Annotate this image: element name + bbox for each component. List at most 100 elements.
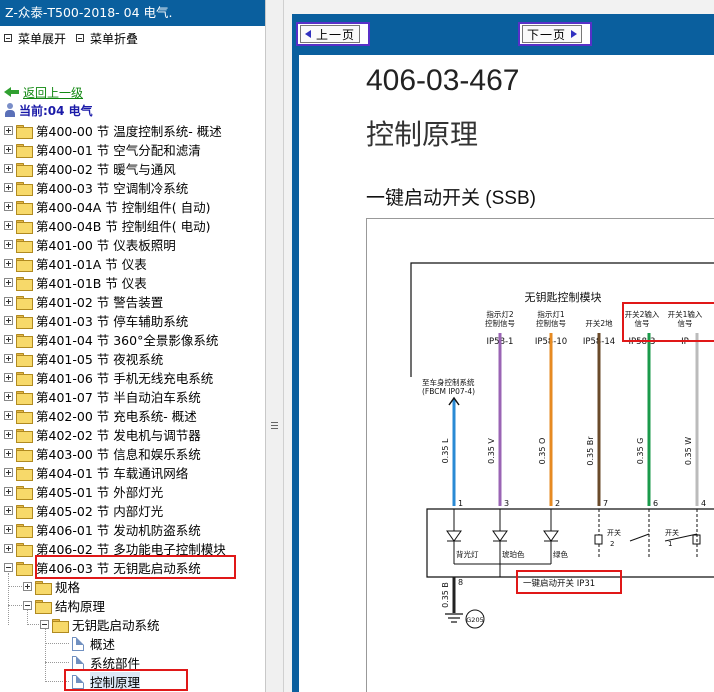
wiring-diagram: 无钥匙控制模块 指示灯2 控制信号 指示灯1 控制信号 开关2地 开关2输入 信号 开关1输入信… bbox=[366, 218, 714, 692]
tree-section-item[interactable]: 第405-01 节 外部灯光 bbox=[0, 482, 265, 501]
tree-item-label: 第401-01A 节 仪表 bbox=[36, 257, 147, 272]
folder-icon bbox=[16, 162, 33, 177]
wiring-diagram-svg: 无钥匙控制模块指示灯2控制信号指示灯1控制信号 开关2地开关2输入信号开关1输入信… bbox=[410, 262, 714, 629]
tree-section-item[interactable]: 第402-02 节 发电机与调节器 bbox=[0, 425, 265, 444]
collapse-all-icon bbox=[76, 34, 85, 42]
tree-guide-line bbox=[45, 643, 69, 644]
expand-node-icon[interactable] bbox=[4, 259, 13, 268]
expand-node-icon[interactable] bbox=[4, 240, 13, 249]
ground-pin-label: 8 bbox=[458, 578, 463, 587]
tree-child-spec[interactable]: 规格 bbox=[0, 577, 265, 596]
switch-2-label: 开关 bbox=[607, 528, 621, 537]
signal-label: 开关2地 bbox=[585, 318, 613, 328]
tree-doc-item[interactable]: 系统部件 bbox=[0, 653, 265, 672]
tree-section-item[interactable]: 第401-03 节 停车辅助系统 bbox=[0, 311, 265, 330]
expand-node-icon[interactable] bbox=[4, 373, 13, 382]
expand-node-icon[interactable] bbox=[4, 145, 13, 154]
tree-section-item[interactable]: 第400-00 节 温度控制系统- 概述 bbox=[0, 121, 265, 140]
expand-node-icon[interactable] bbox=[4, 525, 13, 534]
folder-icon bbox=[52, 618, 69, 633]
tree-section-item[interactable]: 第402-00 节 充电系统- 概述 bbox=[0, 406, 265, 425]
tree-section-item[interactable]: 第401-02 节 警告装置 bbox=[0, 292, 265, 311]
tree-guide-line bbox=[45, 629, 46, 682]
expand-node-icon[interactable] bbox=[4, 202, 13, 211]
expand-node-icon[interactable] bbox=[4, 221, 13, 230]
tree-section-item-open[interactable]: 第406-03 节 无钥匙启动系统 bbox=[0, 558, 265, 577]
document-icon bbox=[72, 655, 84, 670]
folder-icon bbox=[16, 333, 33, 348]
expand-node-icon[interactable] bbox=[4, 430, 13, 439]
tree-section-item[interactable]: 第400-01 节 空气分配和滤清 bbox=[0, 140, 265, 159]
back-link[interactable]: 返回上一级 bbox=[23, 84, 83, 101]
tree-section-item[interactable]: 第400-04B 节 控制组件( 电动) bbox=[0, 216, 265, 235]
collapse-node-icon[interactable] bbox=[23, 601, 32, 610]
folder-icon bbox=[16, 390, 33, 405]
prev-page-button[interactable]: 上一页 bbox=[296, 22, 370, 46]
expand-node-icon[interactable] bbox=[4, 468, 13, 477]
folder-icon bbox=[16, 485, 33, 500]
signal-label: 控制信号 bbox=[485, 318, 515, 328]
tree-doc-item[interactable]: 概述 bbox=[0, 634, 265, 653]
signal-label: 指示灯2 bbox=[486, 309, 513, 319]
back-arrow-icon bbox=[4, 86, 20, 98]
tree-section-item[interactable]: 第401-07 节 半自动泊车系统 bbox=[0, 387, 265, 406]
folder-icon bbox=[16, 219, 33, 234]
expand-node-icon[interactable] bbox=[23, 582, 32, 591]
led-label: 背光灯 bbox=[456, 549, 479, 559]
tree-section-item[interactable]: 第400-03 节 空调制冷系统 bbox=[0, 178, 265, 197]
tree-item-label: 无钥匙启动系统 bbox=[72, 618, 160, 633]
expand-node-icon[interactable] bbox=[4, 449, 13, 458]
expand-node-icon[interactable] bbox=[4, 126, 13, 135]
tree-section-item[interactable]: 第401-04 节 360°全景影像系统 bbox=[0, 330, 265, 349]
expand-node-icon[interactable] bbox=[4, 411, 13, 420]
tree-section-item[interactable]: 第401-06 节 手机无线充电系统 bbox=[0, 368, 265, 387]
section-tree: 第400-00 节 温度控制系统- 概述 第400-01 节 空气分配和滤清 第40… bbox=[0, 121, 265, 691]
collapse-node-icon[interactable] bbox=[40, 620, 49, 629]
expand-node-icon[interactable] bbox=[4, 316, 13, 325]
signal-label: 控制信号 bbox=[536, 318, 566, 328]
current-location: 当前:04 电气 bbox=[4, 102, 93, 118]
switch-2-contact bbox=[594, 534, 603, 545]
expand-node-icon[interactable] bbox=[4, 487, 13, 496]
expand-node-icon[interactable] bbox=[4, 544, 13, 553]
tree-child-structure[interactable]: 结构原理 bbox=[0, 596, 265, 615]
tree-child-system[interactable]: 无钥匙启动系统 bbox=[0, 615, 265, 634]
tree-item-label: 第400-04B 节 控制组件( 电动) bbox=[36, 219, 211, 234]
expand-node-icon[interactable] bbox=[4, 506, 13, 515]
next-page-button[interactable]: 下一页 bbox=[518, 22, 592, 46]
app-title: Z-众泰-T500-2018- 04 电气. bbox=[5, 5, 173, 20]
tree-section-item[interactable]: 第401-00 节 仪表板照明 bbox=[0, 235, 265, 254]
tree-section-item[interactable]: 第400-04A 节 控制组件( 自动) bbox=[0, 197, 265, 216]
tree-section-item[interactable]: 第403-00 节 信息和娱乐系统 bbox=[0, 444, 265, 463]
tree-section-item[interactable]: 第400-02 节 暖气与通风 bbox=[0, 159, 265, 178]
tree-item-label: 第400-01 节 空气分配和滤清 bbox=[36, 143, 201, 158]
tree-section-item[interactable]: 第401-01B 节 仪表 bbox=[0, 273, 265, 292]
tree-section-item[interactable]: 第406-01 节 发动机防盗系统 bbox=[0, 520, 265, 539]
collapse-node-icon[interactable] bbox=[4, 563, 13, 572]
expand-node-icon[interactable] bbox=[4, 335, 13, 344]
pane-splitter[interactable] bbox=[266, 0, 284, 692]
menu-collapse-button[interactable]: 菜单折叠 bbox=[76, 30, 138, 47]
expand-node-icon[interactable] bbox=[4, 278, 13, 287]
tree-section-item[interactable]: 第405-02 节 内部灯光 bbox=[0, 501, 265, 520]
tree-section-item[interactable]: 第406-02 节 多功能电子控制模块 bbox=[0, 539, 265, 558]
expand-node-icon[interactable] bbox=[4, 392, 13, 401]
tree-section-item[interactable]: 第401-01A 节 仪表 bbox=[0, 254, 265, 273]
expand-node-icon[interactable] bbox=[4, 183, 13, 192]
expand-all-icon bbox=[4, 34, 12, 42]
expand-node-icon[interactable] bbox=[4, 354, 13, 363]
back-link-row[interactable]: 返回上一级 bbox=[4, 84, 83, 100]
expand-node-icon[interactable] bbox=[4, 297, 13, 306]
tree-item-label: 第400-04A 节 控制组件( 自动) bbox=[36, 200, 211, 215]
current-location-label: 当前:04 电气 bbox=[19, 103, 93, 118]
doc-subheading: 一键启动开关 (SSB) bbox=[366, 188, 536, 209]
folder-icon bbox=[16, 542, 33, 557]
navigation-tree-pane: Z-众泰-T500-2018- 04 电气. 菜单展开 菜单折叠 返回上一级 当… bbox=[0, 0, 266, 692]
expand-node-icon[interactable] bbox=[4, 164, 13, 173]
tree-section-item[interactable]: 第401-05 节 夜视系统 bbox=[0, 349, 265, 368]
app-title-bar: Z-众泰-T500-2018- 04 电气. bbox=[0, 0, 265, 26]
tree-doc-item[interactable]: 控制原理 bbox=[0, 672, 265, 691]
tree-section-item[interactable]: 第404-01 节 车载通讯网络 bbox=[0, 463, 265, 482]
wire-label: 0.35 G bbox=[636, 438, 645, 465]
menu-expand-button[interactable]: 菜单展开 bbox=[4, 30, 66, 47]
